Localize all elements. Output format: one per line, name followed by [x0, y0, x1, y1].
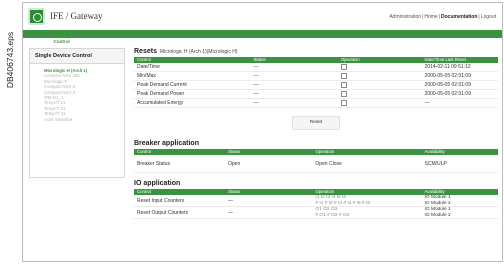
status-value: —: [250, 89, 338, 99]
device-list: Micrologic H (Arch 1) Compact NSX-250 Mi…: [30, 64, 124, 122]
sidebar-title: Single Device Control: [30, 49, 124, 64]
table-row: Min/Max — 2000-05-05 02:01:09: [134, 71, 498, 81]
figure-id-text: DB406743.eps: [5, 31, 15, 89]
breaker-open-close-control[interactable]: Open Close: [312, 155, 422, 173]
availability-cell: IO Module 1 IO Module 2: [421, 206, 498, 220]
last-reset-value: 2000-05-05 02:01:09: [421, 80, 498, 90]
table-row: Date/Time — 2014-02-11 09:51:12: [134, 63, 498, 72]
reset-checkbox[interactable]: [340, 99, 347, 106]
table-row: Peak Demand Power — 2000-05-05 02:01:09: [134, 89, 498, 99]
status-value: —: [250, 63, 338, 72]
link-home[interactable]: Home: [424, 14, 437, 20]
last-reset-value: 2000-05-05 02:01:09: [421, 71, 498, 81]
reset-checkbox[interactable]: [340, 72, 347, 79]
reset-checkbox[interactable]: [340, 90, 347, 97]
reset-checkbox[interactable]: [340, 81, 347, 88]
status-value: —: [250, 80, 338, 90]
link-administration[interactable]: Administration: [389, 14, 421, 20]
input-counter-labels: # I1 # I2 # I3 # I4 # I5 # I6: [315, 200, 371, 206]
io-title: IO application: [134, 180, 181, 187]
resets-title: Resets: [134, 48, 157, 55]
control-label: Breaker Status: [134, 155, 225, 173]
status-value: —: [225, 206, 313, 220]
figure-side-label: DB406743.eps: [0, 0, 20, 264]
tab-maintenance[interactable]: Maintenance: [103, 38, 135, 46]
output-counter-labels: # O1 # O2 # O3: [315, 212, 350, 218]
availability-value: SCM/ULP: [421, 155, 498, 173]
sidebar: Single Device Control Micrologic H (Arch…: [29, 48, 125, 178]
app-header: IFE / Gateway Administration|Home|Docume…: [23, 3, 502, 30]
table-row: Accumulated Energy — —: [134, 98, 498, 108]
link-logout[interactable]: Logout: [481, 14, 496, 20]
browser-frame: IFE / Gateway Administration|Home|Docume…: [22, 2, 503, 262]
link-documentation[interactable]: Documentation: [441, 14, 477, 20]
resets-table: Control Status Operation Date/Time Last …: [134, 57, 498, 108]
table-row: Breaker Status Open Open Close SCM/ULP: [134, 155, 498, 173]
sidebar-item[interactable]: Acti9 Smartlink: [44, 117, 124, 122]
io-table: Control Status Operation Availability Re…: [134, 189, 498, 220]
resets-subtitle: Micrologic H (Arch 1)(Micrologic H): [159, 49, 238, 55]
input-counter-operations[interactable]: I1 I2 I3 I4 I5 I6 # I1 # I2 # I3 # I4 # …: [312, 195, 422, 208]
main-nav: Monitoring Control Diagnostics Maintenance S…: [23, 30, 502, 46]
tab-monitoring[interactable]: Monitoring: [23, 38, 50, 46]
table-row: Reset Output Counters — O1 O2 O3 # O1 # …: [134, 206, 498, 220]
status-value: —: [250, 71, 338, 81]
app-title: IFE / Gateway: [50, 11, 103, 21]
table-row: Reset Input Counters — I1 I2 I3 I4 I5 I6…: [134, 195, 498, 208]
breaker-title: Breaker application: [134, 140, 199, 147]
breaker-status-value: Open: [225, 155, 313, 173]
table-row: Peak Demand Current — 2000-05-05 02:01:0…: [134, 80, 498, 90]
tab-setup[interactable]: Setup: [135, 38, 153, 46]
control-label: Date/Time: [134, 63, 251, 72]
last-reset-value: —: [421, 98, 498, 108]
availability-cell: IO Module 1 IO Module 2: [421, 195, 498, 208]
control-label: Accumulated Energy: [134, 98, 251, 108]
control-label: Peak Demand Current: [134, 80, 251, 90]
resets-heading: Resets Micrologic H (Arch 1)(Micrologic H…: [134, 47, 498, 57]
reset-button[interactable]: Reset: [292, 116, 340, 130]
availability-value: IO Module 2: [424, 212, 451, 218]
status-value: —: [250, 98, 338, 108]
last-reset-value: 2000-05-05 02:01:09: [421, 89, 498, 99]
status-value: —: [225, 195, 313, 208]
tab-control[interactable]: Control: [50, 38, 73, 46]
availability-value: IO Module 2: [424, 200, 451, 206]
control-label: Min/Max: [134, 71, 251, 81]
main-content: Resets Micrologic H (Arch 1)(Micrologic H…: [134, 47, 498, 220]
control-label: Peak Demand Power: [134, 89, 251, 99]
schneider-logo-icon: [28, 8, 45, 25]
output-counter-operations[interactable]: O1 O2 O3 # O1 # O2 # O3: [312, 206, 422, 220]
control-label: Reset Output Counters: [134, 206, 225, 220]
reset-checkbox[interactable]: [340, 63, 347, 70]
tab-diagnostics[interactable]: Diagnostics: [73, 38, 103, 46]
breaker-table: Control Status Operation Availability Br…: [134, 149, 498, 173]
top-links: Administration|Home|Documentation|Logout: [389, 14, 496, 20]
last-reset-value: 2014-02-11 09:51:12: [421, 63, 498, 72]
control-label: Reset Input Counters: [134, 195, 225, 208]
